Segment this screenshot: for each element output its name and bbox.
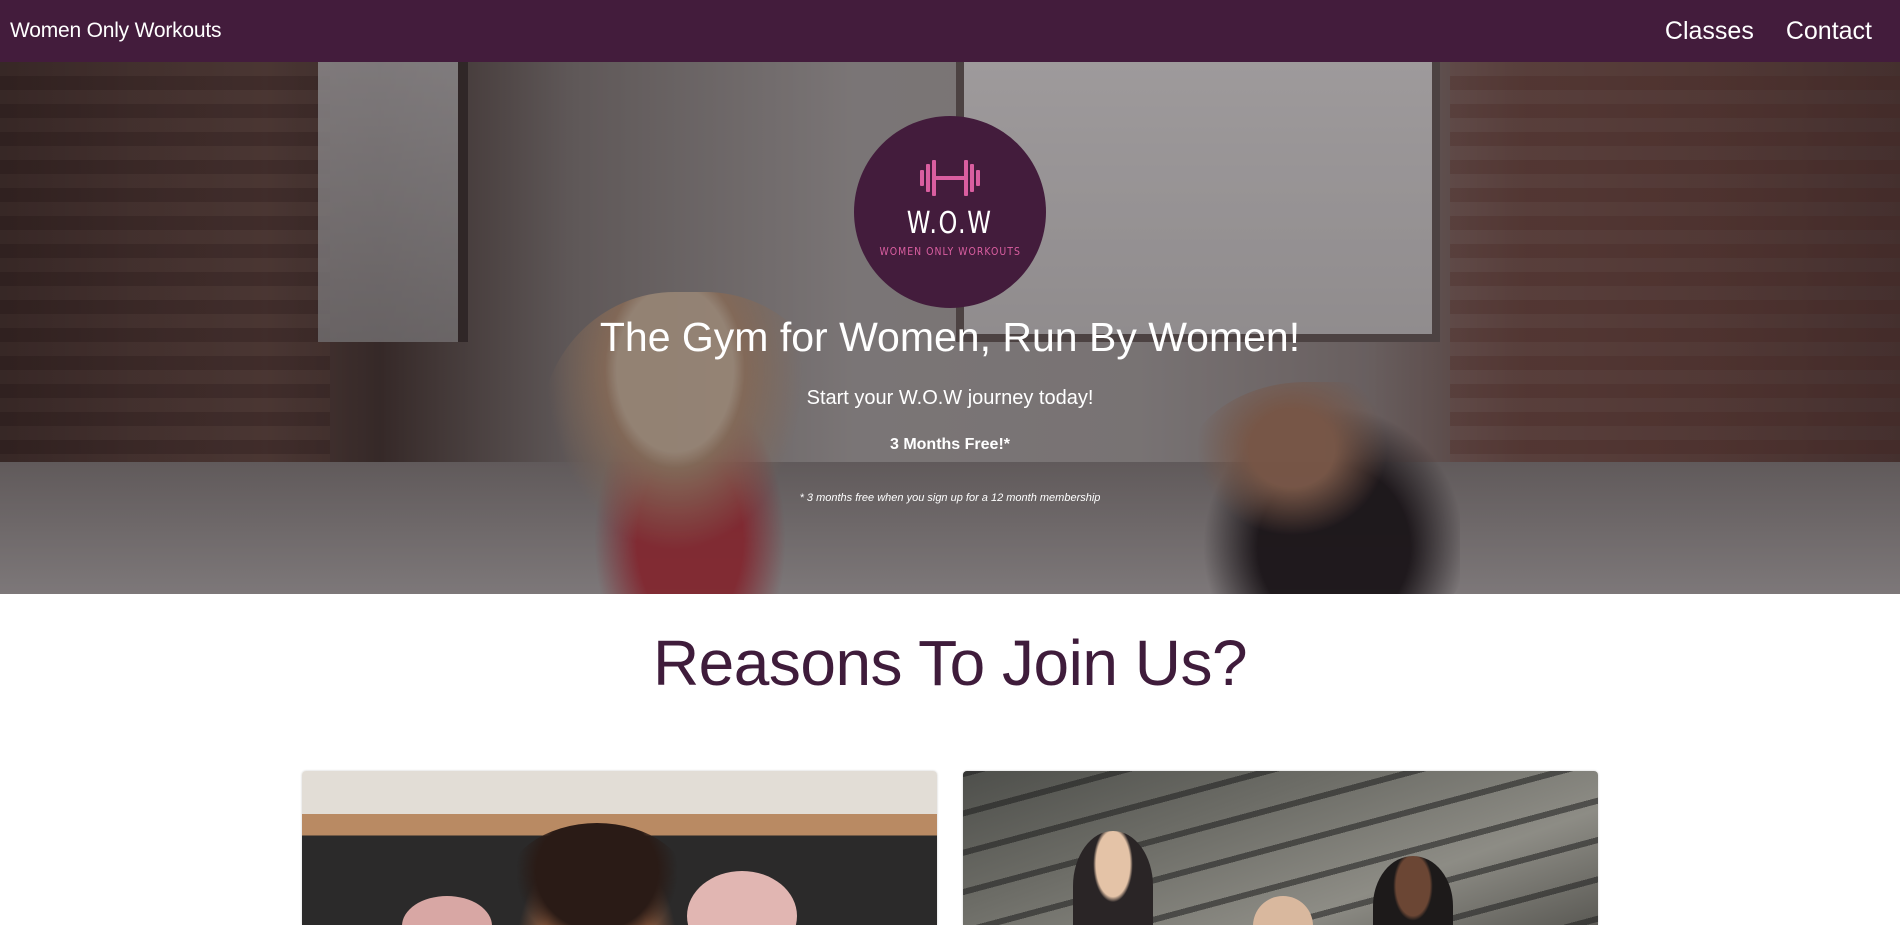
logo-title: W.O.W (907, 206, 993, 241)
card-image-community (963, 771, 1598, 925)
hero-section: W.O.W WOMEN ONLY WORKOUTS The Gym for Wo… (0, 62, 1900, 594)
nav-link-contact[interactable]: Contact (1786, 17, 1872, 46)
boxing-glove-left (402, 896, 492, 925)
hero-footnote: * 3 months free when you sign up for a 1… (799, 492, 1101, 504)
reasons-title: Reasons To Join Us? (652, 627, 1248, 699)
navbar: Women Only Workouts Classes Contact (0, 0, 1900, 62)
nav-links: Classes Contact (1665, 17, 1890, 46)
logo-badge: W.O.W WOMEN ONLY WORKOUTS (854, 116, 1046, 308)
hero-title: The Gym for Women, Run By Women! (599, 314, 1301, 360)
logo-subtitle: WOMEN ONLY WORKOUTS (879, 245, 1021, 258)
card-image-boxer (502, 823, 692, 925)
nav-link-classes[interactable]: Classes (1665, 17, 1754, 46)
reason-card-boxing (302, 771, 937, 925)
brand-link[interactable]: Women Only Workouts (10, 19, 222, 43)
boxing-glove-right (687, 871, 797, 925)
dumbbell-icon (920, 160, 980, 196)
reason-card-community (963, 771, 1598, 925)
card-image-boxing (302, 771, 937, 925)
hero-offer: 3 Months Free!* (889, 436, 1010, 453)
hero-content: W.O.W WOMEN ONLY WORKOUTS The Gym for Wo… (0, 62, 1900, 594)
hero-subtitle: Start your W.O.W journey today! (806, 387, 1094, 409)
